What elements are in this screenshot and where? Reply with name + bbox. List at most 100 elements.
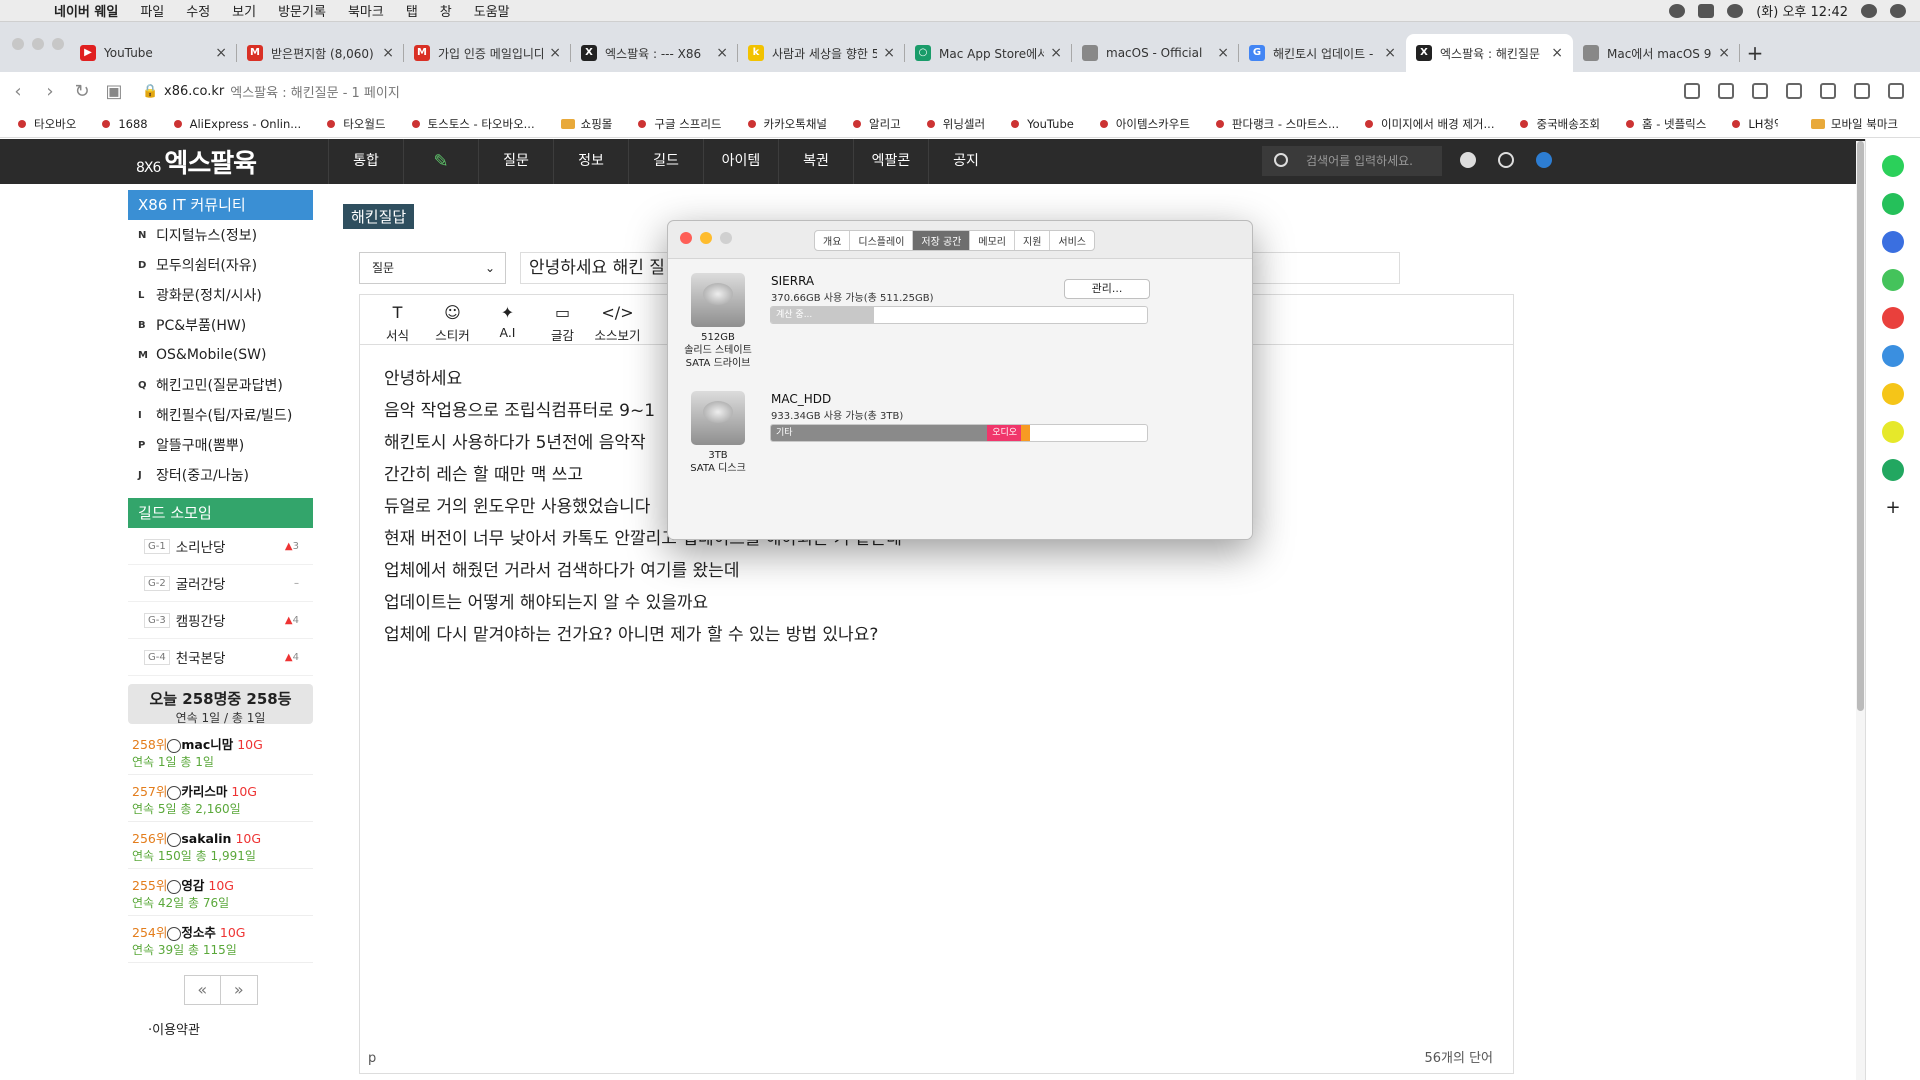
naver-icon[interactable] — [1882, 269, 1904, 291]
nav-item[interactable]: 통합 — [328, 139, 403, 184]
guild-item[interactable]: G-2 굴러간당 – — [128, 565, 313, 602]
browser-tab[interactable]: X 엑스팔육 : --- X86 × — [571, 34, 738, 72]
url-field[interactable]: 🔒 x86.co.kr 엑스팔육 : 해킨질문 - 1 페이지 — [142, 82, 400, 101]
rank-row[interactable]: 254위 정소추 10G 연속 39일 총 115일 — [128, 916, 313, 963]
reload-icon[interactable]: ↻ — [68, 81, 96, 102]
menu-item[interactable]: 도움말 — [474, 1, 510, 20]
edge-icon[interactable] — [1882, 345, 1904, 367]
download-icon[interactable] — [1786, 83, 1802, 99]
browser-tab[interactable]: Mac에서 macOS 9 × — [1573, 34, 1740, 72]
bookmark-item[interactable]: 쇼핑몰 — [560, 116, 612, 132]
pen-icon[interactable]: ✎ — [403, 139, 478, 184]
tab-close-icon[interactable]: × — [1050, 45, 1062, 61]
toolbar-button[interactable]: ▭ 글감 — [535, 295, 590, 344]
battery-icon[interactable] — [1698, 3, 1715, 18]
dialog-tab[interactable]: 서비스 — [1049, 231, 1094, 250]
toolbar-button[interactable]: ✦ A.I — [480, 295, 535, 344]
browser-tab[interactable]: M 가입 인증 메일입니다 × — [404, 34, 571, 72]
memo-icon[interactable] — [1882, 421, 1904, 443]
toolbar-button[interactable]: </> 소스보기 — [590, 295, 645, 344]
dialog-tab[interactable]: 디스플레이 — [849, 231, 912, 250]
tab-close-icon[interactable]: × — [215, 45, 227, 61]
menu-item[interactable]: 수정 — [186, 1, 210, 20]
sidebar-item[interactable]: B PC&부품(HW) — [128, 310, 313, 340]
moon-icon[interactable] — [1536, 152, 1552, 168]
tab-close-icon[interactable]: × — [1551, 45, 1563, 61]
toolbar-button[interactable]: ☺ 스티커 — [425, 295, 480, 344]
bookmark-item[interactable]: 1688 — [102, 116, 148, 132]
sidebar-item[interactable]: Q 해킨고민(질문과답변) — [128, 370, 313, 400]
browser-tab[interactable]: ○ Mac App Store에서 × — [905, 34, 1072, 72]
sidebar-toggle-icon[interactable]: ▣ — [100, 81, 128, 102]
wifi-icon[interactable] — [1669, 3, 1686, 18]
bookmark-item[interactable]: 구글 스프리드 — [638, 116, 722, 132]
control-center-icon[interactable] — [1727, 3, 1744, 18]
bookmark-folder-mobile[interactable]: 모바일 북마크 — [1810, 116, 1920, 132]
nav-item[interactable]: 복권 — [778, 139, 853, 184]
sidebar-item[interactable]: D 모두의쉼터(자유) — [128, 250, 313, 280]
sidebar-item[interactable]: M OS&Mobile(SW) — [128, 340, 313, 370]
category-select[interactable]: 질문 ⌄ — [359, 252, 506, 284]
nav-item[interactable]: 아이템 — [703, 139, 778, 184]
browser-tab[interactable]: M 받은편지함 (8,060) × — [237, 34, 404, 72]
sidebar-item[interactable]: J 장터(중고/나눔) — [128, 460, 313, 490]
browser-tab[interactable]: macOS - Official × — [1072, 34, 1239, 72]
tab-close-icon[interactable]: × — [382, 45, 394, 61]
bookmark-item[interactable]: 위닝셀러 — [926, 116, 985, 132]
rank-row[interactable]: 257위 카리스마 10G 연속 5일 총 2,160일 — [128, 775, 313, 822]
menu-item[interactable]: 탭 — [406, 1, 418, 20]
guild-item[interactable]: G-3 캠핑간당 ▲4 — [128, 602, 313, 639]
shield-icon[interactable] — [1684, 83, 1700, 99]
siri-icon[interactable] — [1890, 3, 1906, 18]
guild-heading[interactable]: 길드 소모임 — [128, 498, 313, 528]
browser-tab[interactable]: X 엑스팔육 : 해킨질문 × — [1406, 34, 1573, 72]
browser-tab[interactable]: G 해킨토시 업데이트 - × — [1239, 34, 1406, 72]
briefcase-icon[interactable] — [1882, 231, 1904, 253]
menu-item[interactable]: 파일 — [140, 1, 164, 20]
nav-item[interactable]: 정보 — [553, 139, 628, 184]
browser-tab[interactable]: k 사람과 세상을 향한 5 × — [738, 34, 905, 72]
bookmark-item[interactable]: 중국배송조회 — [1520, 116, 1600, 132]
dialog-tab[interactable]: 지원 — [1014, 231, 1049, 250]
menu-item[interactable]: 북마크 — [348, 1, 384, 20]
browser-tab[interactable]: ▶ YouTube × — [70, 34, 237, 72]
calculator-icon[interactable] — [1882, 459, 1904, 481]
site-logo[interactable]: 8X6 엑스팔육 — [136, 143, 286, 180]
page-scrollbar[interactable] — [1856, 141, 1865, 1080]
dialog-tab[interactable]: 메모리 — [969, 231, 1014, 250]
guild-item[interactable]: G-1 소리난당 ▲3 — [128, 528, 313, 565]
camera-icon[interactable] — [1820, 83, 1836, 99]
bookmark-item[interactable]: LH청약 — [1732, 116, 1778, 132]
tab-close-icon[interactable]: × — [883, 45, 895, 61]
whale-green-icon[interactable] — [1882, 155, 1904, 177]
dialog-tab[interactable]: 저장 공간 — [912, 231, 970, 250]
tab-close-icon[interactable]: × — [549, 45, 561, 61]
add-icon[interactable]: + — [1882, 497, 1904, 519]
bookmark-item[interactable]: 카카오톡채널 — [747, 116, 827, 132]
forward-icon[interactable]: › — [36, 81, 64, 102]
menu-icon[interactable] — [1888, 83, 1904, 99]
bookmark-item[interactable]: 판다랭크 - 스마트스... — [1215, 116, 1339, 132]
rank-row[interactable]: 258위 mac니맘 10G 연속 1일 총 1일 — [128, 728, 313, 775]
dialog-minimize-button[interactable] — [700, 232, 712, 244]
bookmark-item[interactable]: 타오바오 — [18, 116, 76, 132]
minimize-button[interactable] — [32, 38, 44, 50]
menu-item[interactable]: 방문기록 — [278, 1, 326, 20]
guild-item[interactable]: G-4 천국본당 ▲4 — [128, 639, 313, 676]
terms-link[interactable]: ·이용약관 — [128, 1019, 313, 1038]
bookmark-item[interactable]: 홈 - 넷플릭스 — [1625, 116, 1706, 132]
bookmark-item[interactable]: 알리고 — [853, 116, 901, 132]
sidebar-heading[interactable]: X86 IT 커뮤니티 — [128, 190, 313, 220]
dialog-close-button[interactable] — [680, 232, 692, 244]
new-tab-button[interactable]: + — [1740, 34, 1770, 72]
toolbar-button[interactable]: T 서식 — [370, 295, 425, 344]
zoom-button[interactable] — [52, 38, 64, 50]
spotlight-icon[interactable] — [1861, 3, 1877, 18]
power-icon[interactable] — [1498, 152, 1514, 168]
profile-icon[interactable] — [1854, 83, 1870, 99]
sidebar-item[interactable]: N 디지털뉴스(정보) — [128, 220, 313, 250]
nav-item[interactable]: 공지 — [928, 139, 1003, 184]
tab-close-icon[interactable]: × — [1217, 45, 1229, 61]
tab-close-icon[interactable]: × — [716, 45, 728, 61]
user-icon[interactable] — [1460, 152, 1476, 168]
